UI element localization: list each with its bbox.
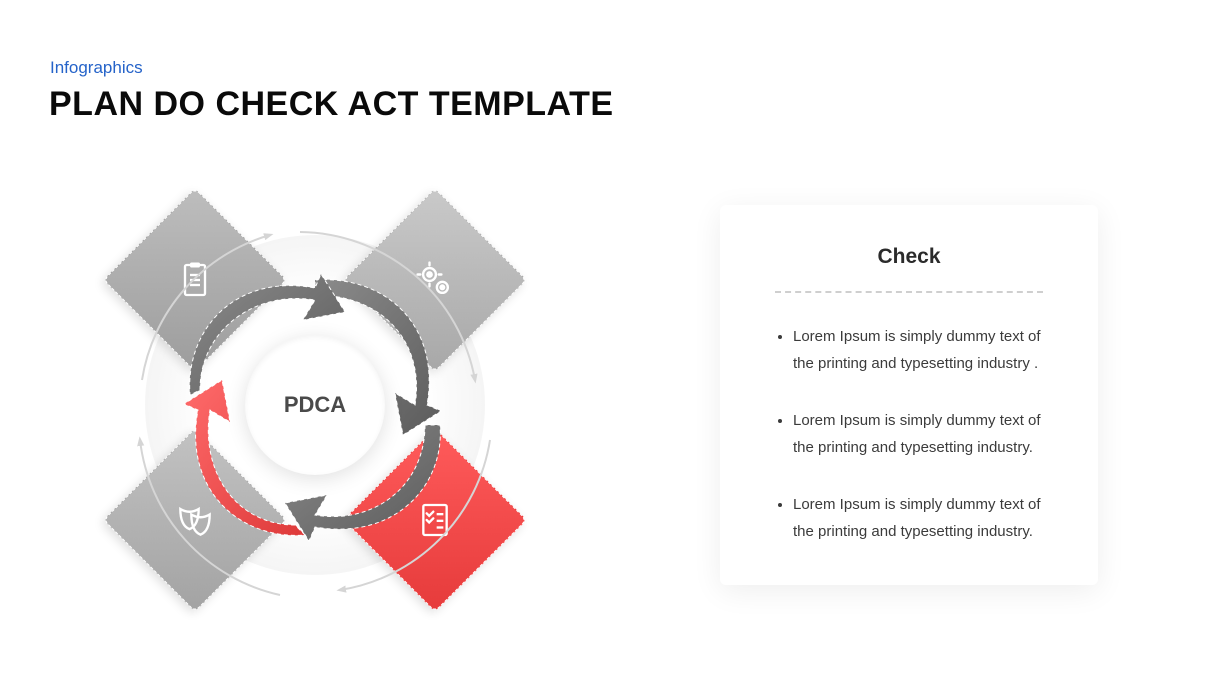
diagram-center-label: PDCA <box>245 335 385 475</box>
card-bullet-list: Lorem Ipsum is simply dummy text of the … <box>775 323 1043 545</box>
list-item: Lorem Ipsum is simply dummy text of the … <box>793 407 1043 461</box>
pdca-diagram: PDCA <box>70 180 570 680</box>
list-item: Lorem Ipsum is simply dummy text of the … <box>793 323 1043 377</box>
card-title: Check <box>775 245 1043 269</box>
card-divider <box>775 291 1043 293</box>
page-title: PLAN DO CHECK ACT TEMPLATE <box>49 85 614 124</box>
list-item: Lorem Ipsum is simply dummy text of the … <box>793 491 1043 545</box>
category-label: Infographics <box>50 58 143 78</box>
detail-card: Check Lorem Ipsum is simply dummy text o… <box>720 205 1098 585</box>
